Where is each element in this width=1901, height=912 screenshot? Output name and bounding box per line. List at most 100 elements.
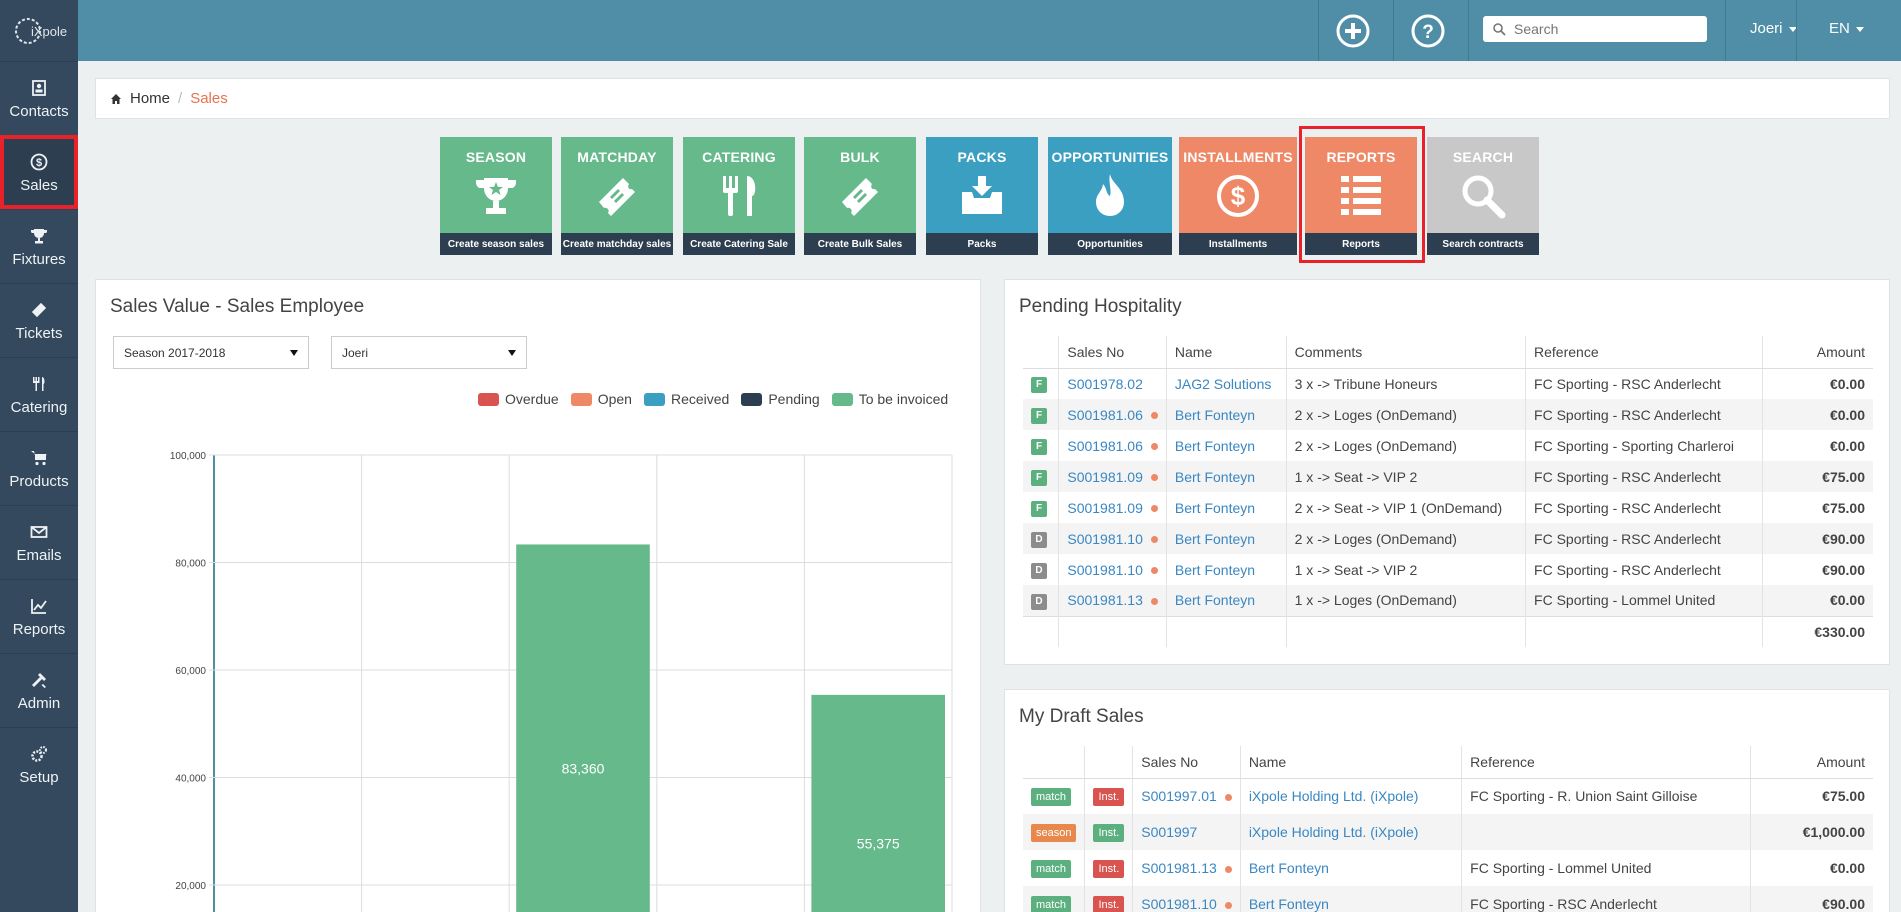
reference-cell: FC Sporting - Lommel United <box>1525 585 1763 616</box>
table-row[interactable]: F S001981.09 Bert Fonteyn 1 x -> Seat -> VI… <box>1023 461 1873 492</box>
table-row[interactable]: F S001981.06 Bert Fonteyn 2 x -> Loges (OnD… <box>1023 399 1873 430</box>
amount-cell: €75.00 <box>1749 778 1873 814</box>
sidebar-item-admin[interactable]: Admin <box>0 653 78 727</box>
breadcrumb-home[interactable]: Home <box>110 90 170 107</box>
legend-item[interactable]: To be invoiced <box>831 391 948 407</box>
sales-no-link[interactable]: S001981.10 <box>1141 896 1217 912</box>
table-row[interactable]: D S001981.10 Bert Fonteyn 1 x -> Seat -> VI… <box>1023 554 1873 585</box>
app-logo[interactable]: iXpole <box>0 0 78 61</box>
installment-badge[interactable]: Inst. <box>1093 823 1125 842</box>
sales-no-link[interactable]: S001997.01 <box>1141 788 1217 804</box>
topbar-divider <box>1725 0 1726 61</box>
column-header[interactable] <box>1084 746 1133 779</box>
legend-item[interactable]: Open <box>570 391 632 407</box>
sidebar-item-setup[interactable]: Setup <box>0 727 78 801</box>
cutlery-icon <box>683 165 795 227</box>
column-header[interactable]: Comments <box>1285 336 1526 369</box>
sidebar-item-products[interactable]: Products <box>0 431 78 505</box>
tile-bulk[interactable]: BULK Create Bulk Sales <box>804 137 916 255</box>
legend-item[interactable]: Received <box>643 391 729 407</box>
contact-name-link[interactable]: Bert Fonteyn <box>1175 500 1255 516</box>
contact-name-link[interactable]: Bert Fonteyn <box>1249 896 1329 912</box>
table-row[interactable]: match Inst. S001997.01 iXpole Holding Ltd. … <box>1023 778 1873 814</box>
contact-name-link[interactable]: Bert Fonteyn <box>1175 438 1255 454</box>
contact-name-link[interactable]: Bert Fonteyn <box>1175 531 1255 547</box>
sales-no-link[interactable]: S001981.09 <box>1067 500 1143 516</box>
contact-name-link[interactable]: JAG2 Solutions <box>1175 376 1272 392</box>
column-header[interactable]: Reference <box>1525 336 1763 369</box>
bar[interactable] <box>516 544 650 912</box>
column-header[interactable]: Reference <box>1461 746 1751 779</box>
column-header[interactable]: Name <box>1165 336 1287 369</box>
language-menu[interactable]: EN <box>1829 20 1864 37</box>
contact-name-link[interactable]: Bert Fonteyn <box>1175 562 1255 578</box>
contact-name-link[interactable]: Bert Fonteyn <box>1175 407 1255 423</box>
sales-no-link[interactable]: S001981.13 <box>1141 860 1217 876</box>
column-header[interactable]: Sales No <box>1058 336 1167 369</box>
sidebar-item-fixtures[interactable]: Fixtures <box>0 209 78 283</box>
search-input[interactable] <box>1514 21 1694 37</box>
installment-badge[interactable]: Inst. <box>1093 859 1125 878</box>
sales-no-link[interactable]: S001997 <box>1141 824 1197 840</box>
table-row[interactable]: season Inst. S001997 iXpole Holding Ltd. (i… <box>1023 814 1873 850</box>
column-header[interactable]: Amount <box>1762 336 1873 369</box>
column-header[interactable] <box>1023 336 1059 369</box>
table-row[interactable]: D S001981.10 Bert Fonteyn 2 x -> Loges (OnD… <box>1023 523 1873 554</box>
table-row[interactable]: F S001981.06 Bert Fonteyn 2 x -> Loges (OnD… <box>1023 430 1873 461</box>
add-button[interactable] <box>1336 14 1370 48</box>
sidebar-item-reports[interactable]: Reports <box>0 579 78 653</box>
bar[interactable] <box>811 694 945 912</box>
sales-no-link[interactable]: S001981.06 <box>1067 407 1143 423</box>
svg-text:?: ? <box>1422 22 1434 43</box>
column-header[interactable]: Amount <box>1749 746 1873 779</box>
table-row[interactable]: F S001978.02 JAG2 Solutions 3 x -> Tribune … <box>1023 368 1873 399</box>
installment-badge[interactable]: Inst. <box>1093 895 1125 912</box>
sales-no-link[interactable]: S001978.02 <box>1067 376 1143 392</box>
contact-name-link[interactable]: Bert Fonteyn <box>1175 469 1255 485</box>
y-tick-label: 80,000 <box>175 559 206 570</box>
contact-name-link[interactable]: iXpole Holding Ltd. (iXpole) <box>1249 788 1419 804</box>
table-row[interactable]: F S001981.09 Bert Fonteyn 2 x -> Seat -> VI… <box>1023 492 1873 523</box>
tile-catering[interactable]: CATERING Create Catering Sale <box>683 137 795 255</box>
column-header[interactable]: Name <box>1239 746 1462 779</box>
sales-no-link[interactable]: S001981.13 <box>1067 592 1143 608</box>
user-menu[interactable]: Joeri <box>1750 20 1797 37</box>
column-header[interactable]: Sales No <box>1132 746 1241 779</box>
sales-no-link[interactable]: S001981.10 <box>1067 531 1143 547</box>
contact-name-link[interactable]: iXpole Holding Ltd. (iXpole) <box>1249 824 1419 840</box>
table-row[interactable]: match Inst. S001981.10 Bert Fonteyn FC Sport… <box>1023 886 1873 912</box>
tile-installments[interactable]: INSTALLMENTS $ Installments <box>1179 137 1297 255</box>
season-select[interactable]: Season 2017-2018 <box>113 336 309 369</box>
legend-item[interactable]: Overdue <box>478 391 559 407</box>
home-icon <box>111 93 121 104</box>
tile-season[interactable]: SEASON Create season sales <box>440 137 552 255</box>
bar-value-label: 83,360 <box>562 760 605 776</box>
sales-no-link[interactable]: S001981.10 <box>1067 562 1143 578</box>
sidebar-item-contacts[interactable]: Contacts <box>0 61 78 135</box>
draft-sales-panel: My Draft Sales Sales No Name Reference Amou… <box>1004 689 1890 912</box>
tile-packs[interactable]: PACKS Packs <box>926 137 1038 255</box>
sidebar-item-label: Catering <box>10 398 68 416</box>
sidebar-item-label: Products <box>9 472 69 490</box>
plus-circle-icon <box>1336 14 1370 48</box>
help-button[interactable]: ? <box>1411 14 1445 48</box>
sidebar-item-tickets[interactable]: Tickets <box>0 283 78 357</box>
y-tick-label: 20,000 <box>175 881 206 892</box>
tile-matchday[interactable]: MATCHDAY Create matchday sales <box>561 137 673 255</box>
legend-item[interactable]: Pending <box>741 391 820 407</box>
tile-opportunities[interactable]: OPPORTUNITIES Opportunities <box>1048 137 1172 255</box>
table-row[interactable]: D S001981.13 Bert Fonteyn 1 x -> Loges (OnD… <box>1023 585 1873 616</box>
sales-no-link[interactable]: S001981.06 <box>1067 438 1143 454</box>
sidebar-item-sales[interactable]: $ Sales <box>0 135 78 209</box>
sidebar-item-catering[interactable]: Catering <box>0 357 78 431</box>
sales-no-link[interactable]: S001981.09 <box>1067 469 1143 485</box>
column-header[interactable] <box>1023 746 1085 779</box>
table-row[interactable]: match Inst. S001981.13 Bert Fonteyn FC Sport… <box>1023 850 1873 886</box>
installment-badge[interactable]: Inst. <box>1093 787 1125 806</box>
contact-name-link[interactable]: Bert Fonteyn <box>1175 592 1255 608</box>
employee-select[interactable]: Joeri <box>331 336 527 369</box>
tile-search[interactable]: SEARCH Search contracts <box>1427 137 1539 255</box>
contact-name-link[interactable]: Bert Fonteyn <box>1249 860 1329 876</box>
sidebar-item-emails[interactable]: Emails <box>0 505 78 579</box>
svg-text:$: $ <box>36 157 42 169</box>
